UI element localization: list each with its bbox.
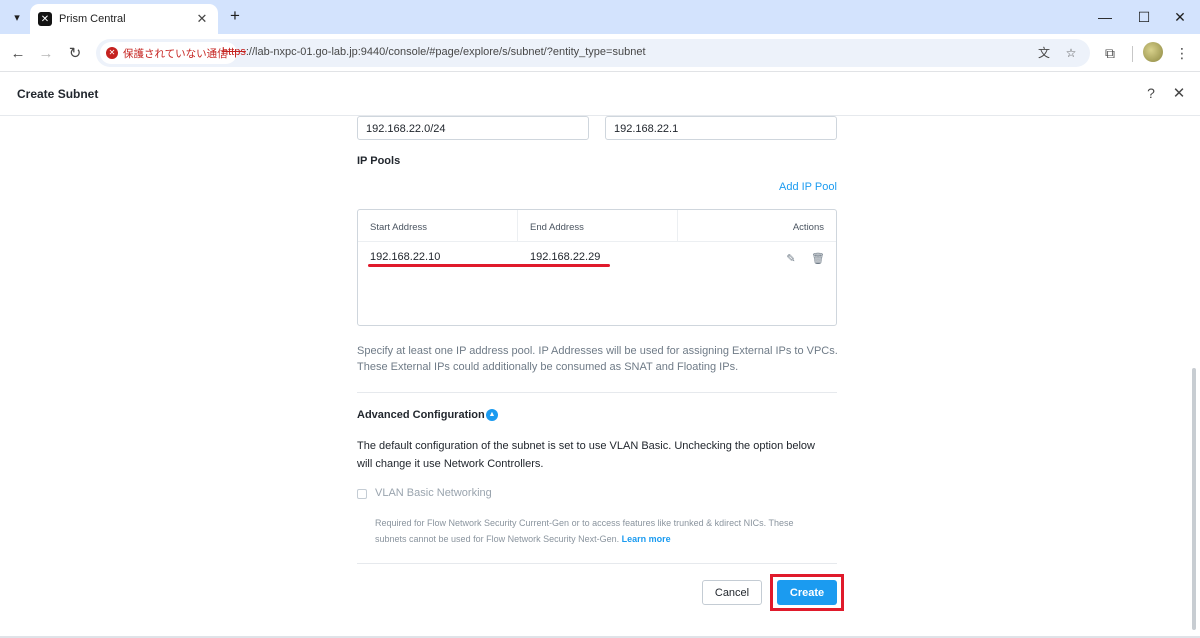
browser-toolbar: ← → ↻ ✕ 保護されていない通信 https://lab-nxpc-01.g… [0, 34, 1200, 72]
address-bar[interactable]: ✕ 保護されていない通信 https://lab-nxpc-01.go-lab.… [96, 39, 1090, 67]
vlan-fine-print: Required for Flow Network Security Curre… [375, 515, 825, 547]
browser-title-bar: ▾ ✕ Prism Central ✕ + — ☐ ✕ [0, 0, 1200, 34]
start-address-cell: 192.168.22.10 [370, 251, 441, 263]
fine-print-line-1: Required for Flow Network Security Curre… [375, 518, 794, 528]
vlan-basic-label[interactable]: VLAN Basic Networking [375, 487, 492, 499]
modal-header: Create Subnet ? ✕ [0, 72, 1200, 116]
network-ip-field[interactable]: 192.168.22.0/24 [357, 116, 589, 140]
reload-icon: ↻ [68, 45, 82, 62]
close-tab-icon[interactable]: ✕ [194, 11, 210, 27]
fine-print-line-2-text: subnets cannot be used for Flow Network … [375, 534, 620, 544]
arrow-right-icon: → [38, 44, 54, 62]
advanced-desc-line-2: will change it use Network Controllers. [357, 458, 544, 470]
ip-pool-help-text: Specify at least one IP address pool. IP… [357, 343, 847, 375]
trash-icon[interactable]: 🗑 [811, 252, 825, 265]
advanced-desc-line-1: The default configuration of the subnet … [357, 440, 815, 452]
url-text[interactable]: https://lab-nxpc-01.go-lab.jp:9440/conso… [222, 46, 646, 58]
arrow-left-icon: ← [10, 44, 26, 62]
security-label: 保護されていない通信 [123, 47, 228, 60]
close-icon: ✕ [1174, 8, 1186, 25]
learn-more-link[interactable]: Learn more [622, 534, 671, 544]
profile-avatar[interactable] [1143, 42, 1163, 62]
ip-pool-help-line-2: These External IPs could additionally be… [357, 361, 739, 373]
chevron-up-icon[interactable]: ▲ [486, 409, 498, 421]
network-ip-value: 192.168.22.0/24 [366, 123, 446, 135]
forward-button[interactable]: → [34, 41, 58, 65]
prism-logo-icon: ✕ [38, 12, 52, 26]
fine-print-line-2: subnets cannot be used for Flow Network … [375, 531, 825, 547]
advanced-config-description: The default configuration of the subnet … [357, 437, 847, 473]
edit-pencil-icon[interactable]: ✎ [785, 252, 797, 265]
translate-icon[interactable]: 文 [1036, 45, 1052, 61]
table-header-end: End Address [518, 210, 678, 242]
window-close-button[interactable]: ✕ [1160, 0, 1200, 34]
vlan-basic-checkbox[interactable] [357, 489, 367, 499]
ip-pools-label: IP Pools [357, 155, 401, 167]
table-header-start: Start Address [358, 210, 518, 242]
add-ip-pool-link[interactable]: Add IP Pool [779, 181, 837, 193]
back-button[interactable]: ← [6, 41, 30, 65]
tab-search-button[interactable]: ▾ [6, 6, 28, 28]
scrollbar-thumb[interactable] [1192, 368, 1196, 630]
create-button[interactable]: Create [777, 580, 837, 605]
url-path: ://lab-nxpc-01.go-lab.jp:9440/console/#p… [245, 46, 646, 58]
section-divider [357, 392, 837, 393]
help-icon[interactable]: ? [1143, 85, 1159, 101]
chevron-down-icon: ▾ [14, 11, 20, 24]
gateway-ip-field[interactable]: 192.168.22.1 [605, 116, 837, 140]
end-address-cell: 192.168.22.29 [530, 251, 601, 263]
security-indicator[interactable]: ✕ 保護されていない通信 [100, 42, 237, 64]
reload-button[interactable]: ↻ [63, 41, 87, 65]
maximize-button[interactable]: ☐ [1124, 0, 1164, 34]
table-header-actions: Actions [678, 210, 836, 242]
toolbar-divider [1132, 46, 1133, 62]
warning-icon: ✕ [106, 47, 118, 59]
cancel-button[interactable]: Cancel [702, 580, 762, 605]
ip-pool-table: Start Address End Address Actions 192.16… [357, 209, 837, 326]
annotation-underline [368, 264, 610, 267]
gateway-ip-value: 192.168.22.1 [614, 123, 679, 135]
minimize-button[interactable]: — [1085, 0, 1125, 34]
advanced-config-title[interactable]: Advanced Configuration [357, 409, 485, 421]
modal-title: Create Subnet [17, 87, 99, 101]
close-icon[interactable]: ✕ [1171, 84, 1187, 102]
maximize-icon: ☐ [1137, 8, 1151, 25]
star-icon[interactable]: ☆ [1063, 45, 1079, 61]
footer-divider [357, 563, 837, 564]
kebab-menu-icon[interactable]: ⋮ [1172, 43, 1192, 63]
url-scheme: https [222, 46, 246, 58]
browser-tab[interactable]: ✕ Prism Central ✕ [30, 4, 218, 34]
ip-pool-help-line-1: Specify at least one IP address pool. IP… [357, 345, 838, 357]
puzzle-icon[interactable]: ⧉ [1100, 43, 1120, 63]
minimize-icon: — [1098, 9, 1112, 25]
tab-title: Prism Central [59, 13, 126, 25]
new-tab-button[interactable]: + [225, 6, 245, 26]
